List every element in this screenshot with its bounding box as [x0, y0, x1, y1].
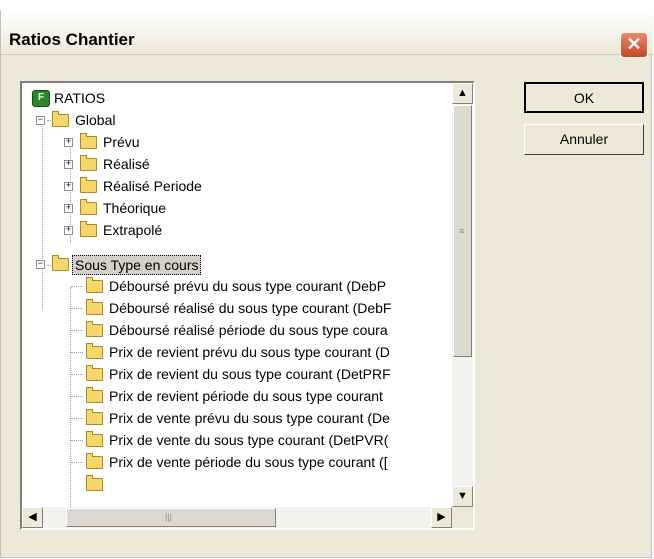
scroll-down-button[interactable]: ▼	[452, 486, 473, 507]
scroll-right-button[interactable]: ▶	[431, 507, 452, 528]
tree-label-global: Global	[75, 112, 116, 128]
folder-icon	[86, 277, 103, 293]
expand-icon[interactable]: +	[64, 138, 73, 147]
tree-label: Prix de vente période du sous type coura…	[109, 454, 388, 470]
tree-label-selected: Sous Type en cours	[72, 255, 202, 275]
grip-icon: ≡	[459, 226, 465, 236]
expand-icon[interactable]: +	[64, 182, 73, 191]
tree-connector	[71, 330, 83, 332]
tree-label-root: RATIOS	[54, 90, 106, 106]
cancel-button[interactable]: Annuler	[524, 124, 644, 155]
folder-icon	[52, 111, 69, 127]
tree-connector	[71, 418, 83, 420]
folder-icon	[86, 387, 103, 403]
title-bar[interactable]: Ratios Chantier ✕	[1, 10, 653, 58]
ratios-dialog: Ratios Chantier ✕ F RATIOS − Global + Pr…	[0, 10, 653, 558]
folder-icon	[80, 177, 97, 193]
expand-icon[interactable]: +	[64, 204, 73, 213]
tree-connector	[42, 121, 44, 309]
scrollbar-corner	[452, 507, 473, 528]
close-button[interactable]: ✕	[620, 32, 648, 58]
horizontal-scroll-thumb[interactable]: |||	[66, 508, 276, 527]
folder-icon	[80, 199, 97, 215]
folder-icon	[86, 365, 103, 381]
folder-icon	[52, 255, 69, 271]
tree-label: Prévu	[103, 134, 140, 150]
collapse-icon[interactable]: −	[36, 116, 45, 125]
tree-connector	[71, 396, 83, 398]
tree-label: Prix de revient du sous type courant (De…	[109, 366, 391, 382]
tree-label: Théorique	[103, 200, 167, 216]
vertical-scroll-thumb[interactable]: ≡	[453, 105, 472, 357]
expand-icon[interactable]: +	[64, 160, 73, 169]
ratios-root-icon: F	[32, 90, 50, 107]
collapse-icon[interactable]: −	[36, 260, 45, 269]
folder-icon	[80, 155, 97, 171]
tree-viewport: F RATIOS − Global + Prévu + Réalisé + Ré…	[22, 83, 452, 507]
grip-icon: |||	[165, 512, 173, 522]
tree-label: Réalisé Periode	[103, 178, 202, 194]
scroll-left-button[interactable]: ◀	[22, 507, 43, 528]
folder-icon	[86, 431, 103, 447]
folder-icon	[80, 221, 97, 237]
window-title: Ratios Chantier	[9, 30, 135, 49]
tree-connector	[71, 352, 83, 354]
folder-icon	[86, 475, 103, 491]
tree-label: Déboursé prévu du sous type courant (Deb…	[109, 278, 387, 294]
folder-icon	[86, 453, 103, 469]
tree-label: Déboursé réalisé du sous type courant (D…	[109, 300, 392, 316]
ok-button[interactable]: OK	[524, 82, 644, 113]
tree-connector	[71, 308, 83, 310]
folder-icon	[86, 299, 103, 315]
tree-label: Réalisé	[103, 156, 150, 172]
tree-label: Prix de vente du sous type courant (DetP…	[109, 432, 389, 448]
folder-icon	[80, 133, 97, 149]
tree-label: Extrapolé	[103, 222, 163, 238]
tree-connector	[71, 462, 83, 464]
ratios-tree[interactable]: F RATIOS − Global + Prévu + Réalisé + Ré…	[20, 81, 475, 530]
vertical-scrollbar[interactable]: ▲ ≡ ▼	[452, 83, 473, 507]
folder-icon	[86, 321, 103, 337]
expand-icon[interactable]: +	[64, 226, 73, 235]
tree-label: Prix de revient période du sous type cou…	[109, 388, 383, 404]
horizontal-scrollbar[interactable]: ◀ ||| ▶	[22, 507, 452, 528]
tree-connector	[71, 286, 83, 288]
folder-icon	[86, 343, 103, 359]
tree-label: Déboursé réalisé période du sous type co…	[109, 322, 388, 338]
scroll-up-button[interactable]: ▲	[452, 83, 473, 104]
tree-connector	[71, 440, 83, 442]
tree-label: Prix de vente prévu du sous type courant…	[109, 410, 390, 426]
tree-label: Prix de revient prévu du sous type coura…	[109, 344, 390, 360]
tree-connector	[71, 374, 83, 376]
folder-icon	[86, 409, 103, 425]
